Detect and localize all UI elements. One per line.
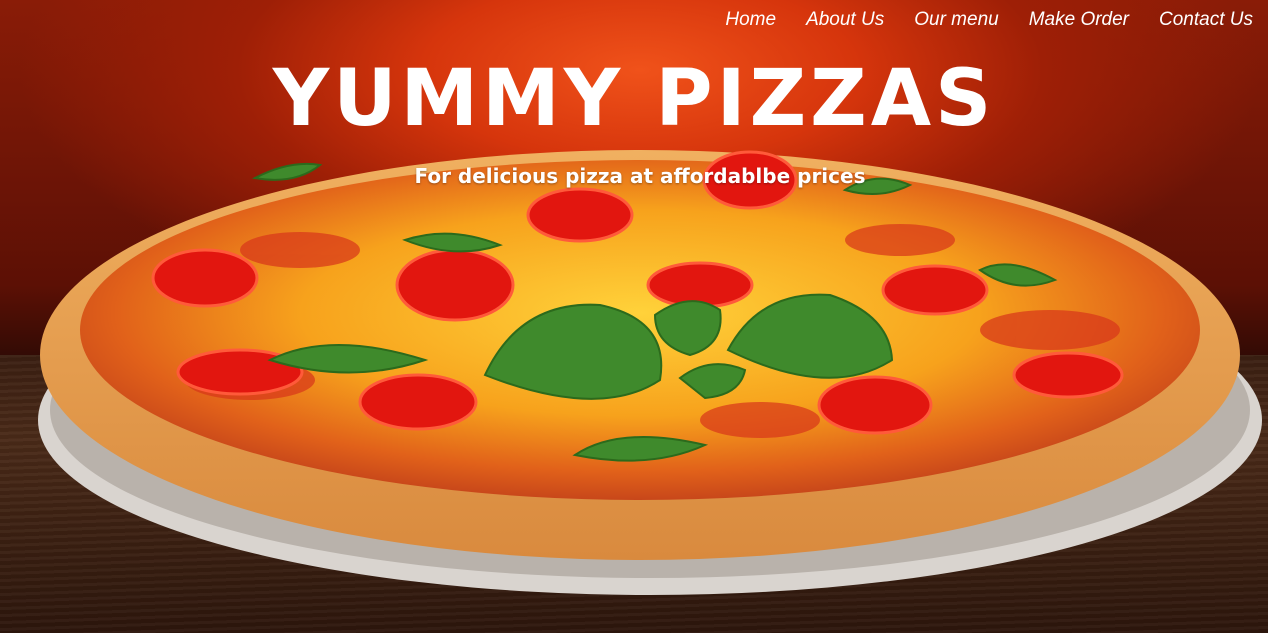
- nav-link-about-us[interactable]: About Us: [806, 9, 884, 31]
- nav-link-contact-us[interactable]: Contact Us: [1159, 9, 1253, 31]
- hero-subtitle: For delicious pizza at affordablbe price…: [414, 164, 866, 188]
- nav-link-our-menu[interactable]: Our menu: [914, 9, 998, 31]
- nav-link-home[interactable]: Home: [725, 9, 776, 31]
- main-nav: Home About Us Our menu Make Order Contac…: [725, 9, 1253, 31]
- hero-title: YUMMY PIZZAS: [272, 54, 996, 144]
- nav-link-make-order[interactable]: Make Order: [1029, 9, 1129, 31]
